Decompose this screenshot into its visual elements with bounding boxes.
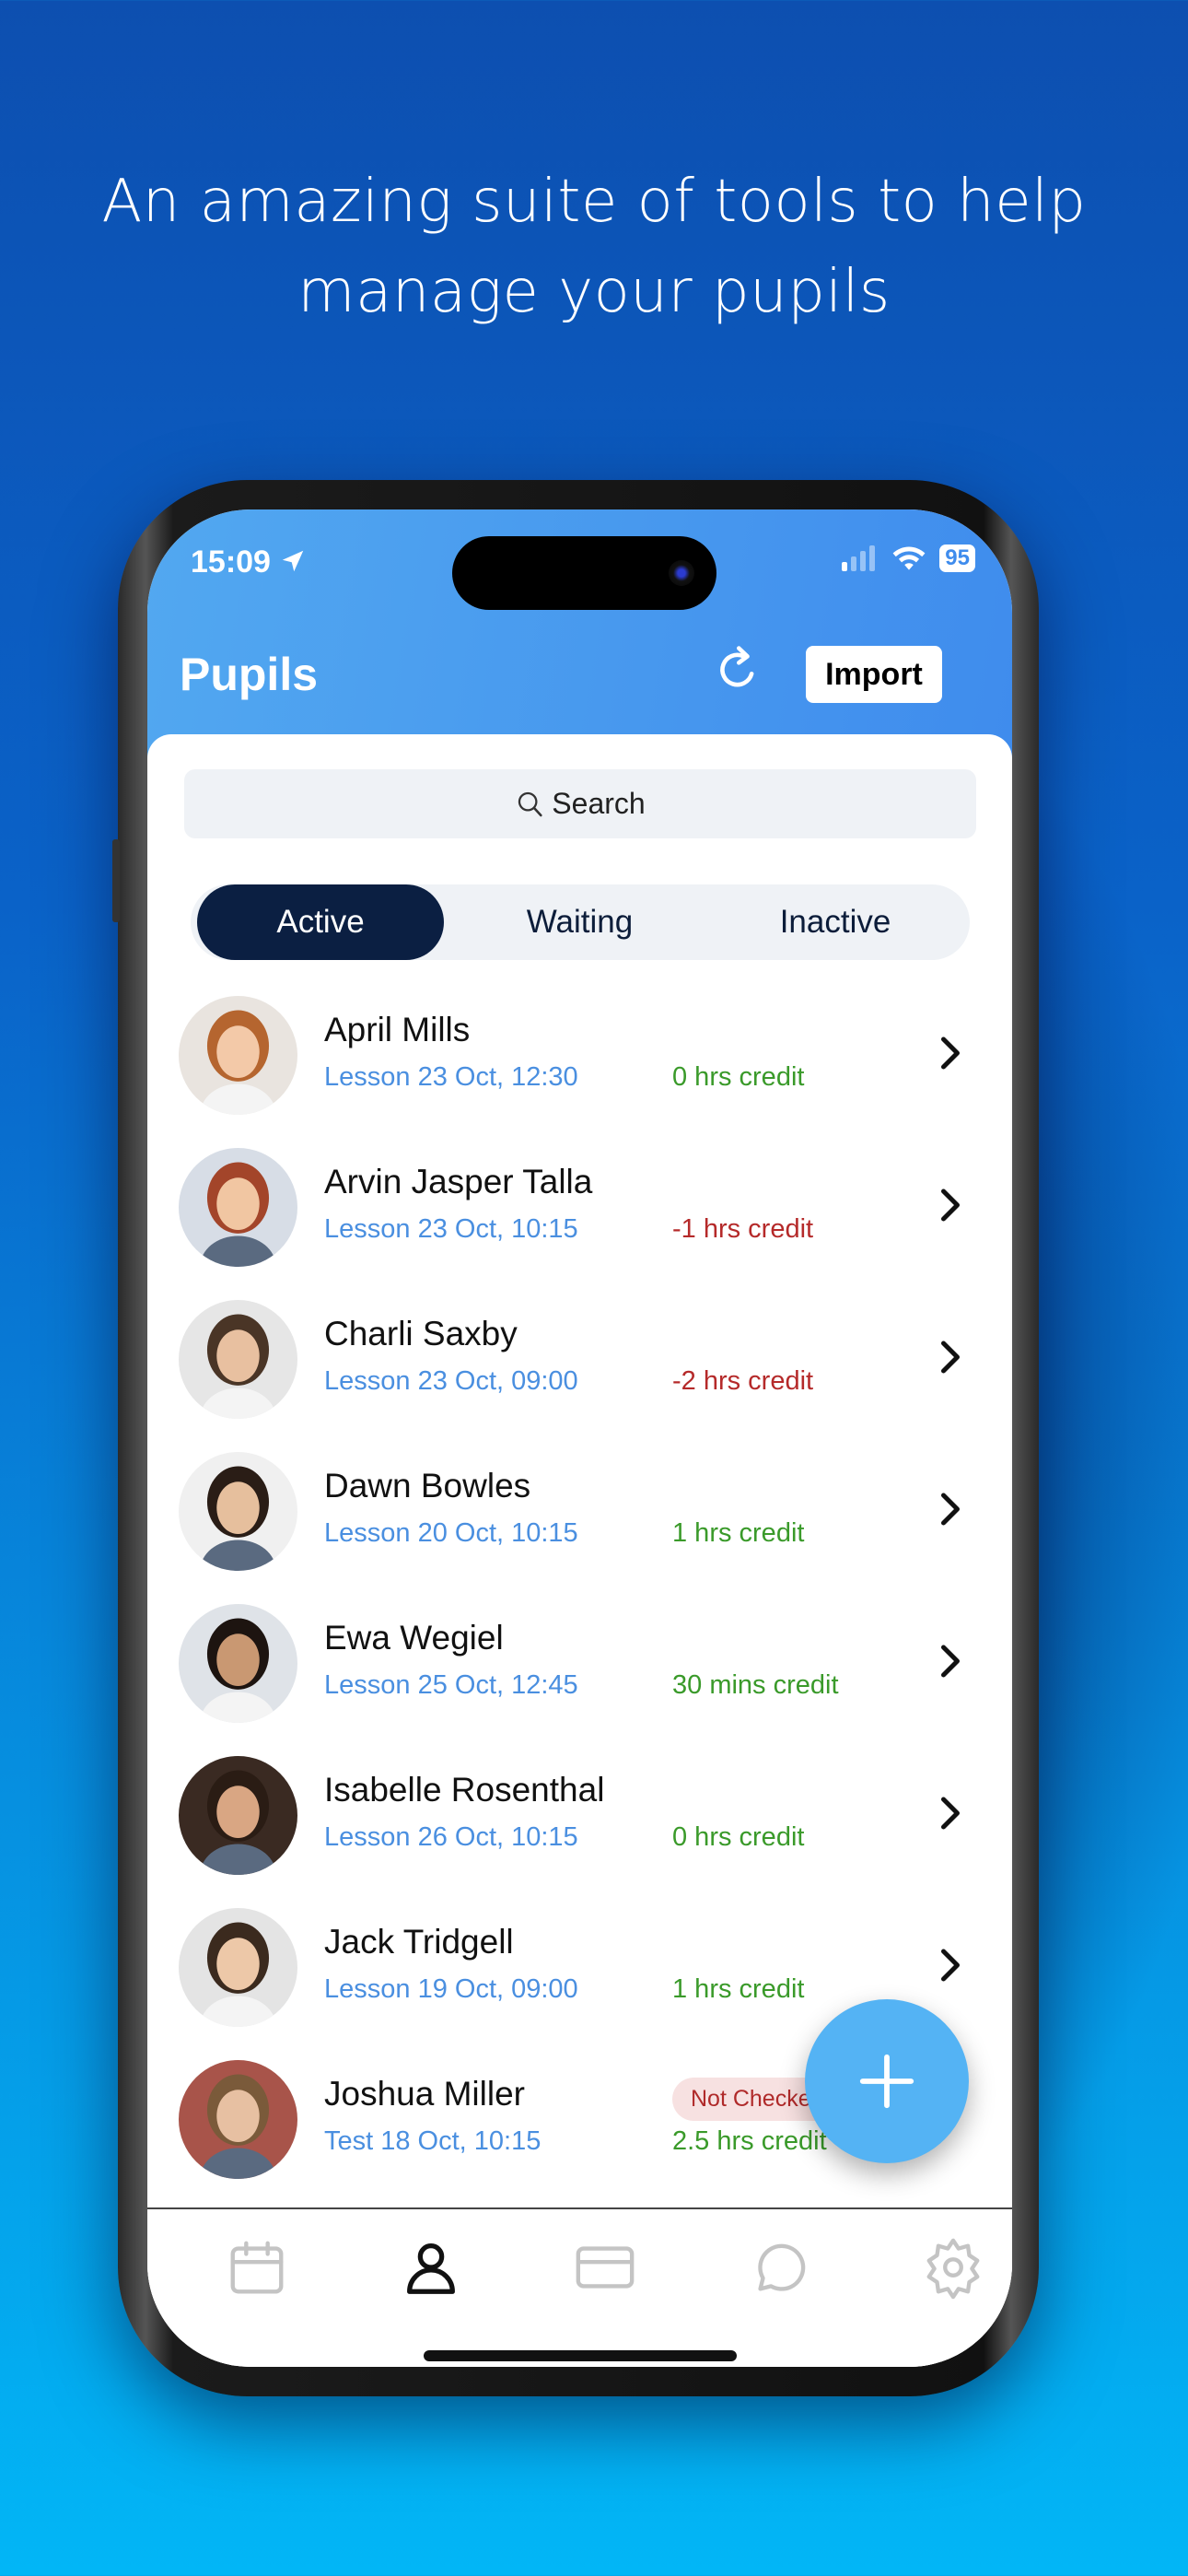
calendar-icon[interactable]: [225, 2235, 289, 2300]
headline: An amazing suite of tools to help manage…: [0, 157, 1188, 337]
pupil-name: Jack Tridgell: [324, 1923, 514, 1961]
pupil-row[interactable]: April Mills Lesson 23 Oct, 12:30 0 hrs c…: [147, 979, 1012, 1131]
credit-balance: 0 hrs credit: [672, 1062, 805, 1092]
pupil-name: Ewa Wegiel: [324, 1619, 504, 1657]
chevron-right-icon[interactable]: [937, 1947, 964, 1984]
avatar: [179, 1300, 297, 1419]
avatar: [179, 2060, 297, 2179]
next-lesson: Lesson 23 Oct, 10:15: [324, 1214, 578, 1244]
chevron-right-icon[interactable]: [937, 1795, 964, 1832]
search-placeholder: Search: [552, 787, 646, 820]
pupil-row[interactable]: Dawn Bowles Lesson 20 Oct, 10:15 1 hrs c…: [147, 1435, 1012, 1587]
next-lesson: Test 18 Oct, 10:15: [324, 2126, 542, 2156]
pupil-name: Joshua Miller: [324, 2075, 525, 2113]
location-arrow-icon: [283, 550, 304, 572]
credit-balance: 2.5 hrs credit: [672, 2126, 827, 2156]
credit-balance: 30 mins credit: [672, 1670, 839, 1700]
home-indicator: [424, 2350, 737, 2361]
add-pupil-button[interactable]: [805, 1999, 969, 2163]
tab-waiting[interactable]: Waiting: [453, 884, 706, 960]
card-icon[interactable]: [573, 2235, 637, 2300]
status-icons: 95: [842, 544, 975, 572]
status-segmented-control: Active Waiting Inactive: [191, 884, 970, 960]
page-title: Pupils: [180, 649, 319, 700]
pupil-row[interactable]: Ewa Wegiel Lesson 25 Oct, 12:45 30 mins …: [147, 1587, 1012, 1739]
avatar: [179, 996, 297, 1115]
chevron-right-icon[interactable]: [937, 1187, 964, 1224]
next-lesson: Lesson 26 Oct, 10:15: [324, 1822, 578, 1852]
pupil-name: Dawn Bowles: [324, 1467, 531, 1505]
avatar: [179, 1452, 297, 1571]
credit-balance: 1 hrs credit: [672, 1518, 805, 1548]
battery-indicator: 95: [939, 544, 975, 572]
status-time: 15:09: [191, 544, 307, 580]
search-icon: [518, 791, 542, 816]
credit-balance: 1 hrs credit: [672, 1974, 805, 2004]
credit-balance: -1 hrs credit: [672, 1214, 814, 1244]
signal-icon: [842, 545, 876, 571]
person-icon[interactable]: [399, 2235, 463, 2300]
tab-active[interactable]: Active: [197, 884, 444, 960]
credit-balance: 0 hrs credit: [672, 1822, 805, 1852]
pupil-name: Charli Saxby: [324, 1315, 518, 1352]
next-lesson: Lesson 23 Oct, 12:30: [324, 1062, 578, 1092]
pupil-name: Arvin Jasper Talla: [324, 1163, 593, 1200]
avatar: [179, 1908, 297, 2027]
pupil-name: April Mills: [324, 1011, 471, 1048]
chevron-right-icon[interactable]: [937, 1491, 964, 1528]
search-input[interactable]: Search: [184, 769, 976, 838]
chevron-right-icon[interactable]: [937, 1339, 964, 1376]
bottom-tab-bar: [147, 2207, 1012, 2367]
tab-inactive[interactable]: Inactive: [706, 884, 964, 960]
pupil-name: Isabelle Rosenthal: [324, 1771, 605, 1809]
pupil-row[interactable]: Isabelle Rosenthal Lesson 26 Oct, 10:15 …: [147, 1739, 1012, 1891]
next-lesson: Lesson 19 Oct, 09:00: [324, 1974, 578, 2004]
refresh-icon[interactable]: [711, 644, 763, 699]
avatar: [179, 1756, 297, 1875]
wifi-icon: [892, 546, 926, 570]
side-button: [112, 839, 120, 922]
phone-frame: 15:09 95 Pupils Import Search Active Wai…: [112, 480, 1039, 2396]
pupil-row[interactable]: Arvin Jasper Talla Lesson 23 Oct, 10:15 …: [147, 1131, 1012, 1283]
headline-line-2: manage your pupils: [297, 258, 891, 326]
chevron-right-icon[interactable]: [937, 1035, 964, 1071]
chat-icon[interactable]: [747, 2235, 811, 2300]
gear-icon[interactable]: [921, 2235, 985, 2300]
avatar: [179, 1604, 297, 1723]
next-lesson: Lesson 20 Oct, 10:15: [324, 1518, 578, 1548]
app-header: 15:09 95 Pupils Import: [147, 509, 1012, 767]
headline-line-1: An amazing suite of tools to help: [101, 168, 1087, 236]
credit-balance: -2 hrs credit: [672, 1366, 814, 1396]
avatar: [179, 1148, 297, 1267]
pupil-row[interactable]: Charli Saxby Lesson 23 Oct, 09:00 -2 hrs…: [147, 1283, 1012, 1435]
next-lesson: Lesson 23 Oct, 09:00: [324, 1366, 578, 1396]
camera: [669, 560, 694, 586]
import-button[interactable]: Import: [806, 646, 942, 703]
chevron-right-icon[interactable]: [937, 1643, 964, 1680]
dynamic-island: [452, 536, 716, 610]
phone-screen: 15:09 95 Pupils Import Search Active Wai…: [147, 509, 1012, 2367]
plus-icon: [859, 2054, 914, 2109]
next-lesson: Lesson 25 Oct, 12:45: [324, 1670, 578, 1700]
